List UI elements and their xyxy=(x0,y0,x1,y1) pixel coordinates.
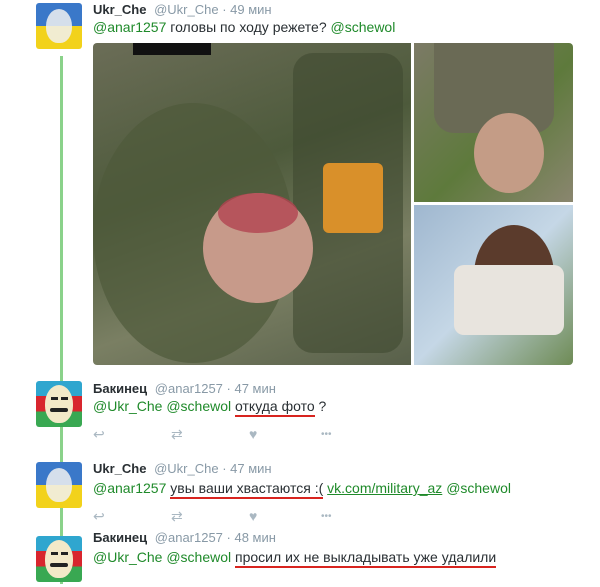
mention-link[interactable]: @schewol xyxy=(446,480,511,496)
avatar[interactable] xyxy=(36,462,82,508)
tweet-text: @Ukr_Che @schewol откуда фото ? xyxy=(93,398,327,417)
reply-icon[interactable]: ↩ xyxy=(93,426,105,443)
reply-icon[interactable]: ↩ xyxy=(93,508,105,525)
user-handle-time: @Ukr_Che · 47 мин xyxy=(154,461,272,476)
tweet-header: Ukr_Che @Ukr_Che · 47 мин xyxy=(93,461,272,476)
mention-link[interactable]: @Ukr_Che xyxy=(93,398,162,414)
avatar[interactable] xyxy=(36,381,82,427)
user-name[interactable]: Бакинец xyxy=(93,530,147,545)
like-icon[interactable]: ♥ xyxy=(249,426,257,442)
mention-link[interactable]: @anar1257 xyxy=(93,480,166,496)
user-handle-time: @anar1257 · 48 мин xyxy=(154,530,276,545)
user-name[interactable]: Бакинец xyxy=(93,381,147,396)
mention-link[interactable]: @schewol xyxy=(331,19,396,35)
tweet-header: Бакинец @anar1257 · 47 мин xyxy=(93,381,276,396)
retweet-icon[interactable]: ⇄ xyxy=(171,508,183,525)
user-handle-time: @Ukr_Che · 49 мин xyxy=(154,2,272,17)
more-icon[interactable]: ••• xyxy=(321,511,332,522)
tweet-text: @anar1257 головы по ходу режете? @schewo… xyxy=(93,19,395,35)
tweet-body: увы ваши хвастаются :( xyxy=(170,480,324,499)
tweet-body: головы по ходу режете? xyxy=(170,19,327,35)
tweet-suffix: ? xyxy=(318,398,327,414)
avatar[interactable] xyxy=(36,3,82,49)
user-name[interactable]: Ukr_Che xyxy=(93,2,146,17)
like-icon[interactable]: ♥ xyxy=(249,508,257,524)
redaction-bar xyxy=(133,43,211,55)
tweet-body: просил их не выкладывать уже удалили xyxy=(235,549,497,568)
photo-main[interactable] xyxy=(93,43,411,365)
tweet-header: Бакинец @anar1257 · 48 мин xyxy=(93,530,276,545)
tweet-header: Ukr_Che @Ukr_Che · 49 мин xyxy=(93,2,272,17)
user-name[interactable]: Ukr_Che xyxy=(93,461,146,476)
tweet-actions: ↩ ⇄ ♥ ••• xyxy=(93,426,353,442)
mention-link[interactable]: @Ukr_Che xyxy=(93,549,162,565)
tweet-body: откуда фото xyxy=(235,398,315,417)
mention-link[interactable]: @schewol xyxy=(166,398,231,414)
retweet-icon[interactable]: ⇄ xyxy=(171,426,183,443)
mention-link[interactable]: @anar1257 xyxy=(93,19,166,35)
photo-bottom-right[interactable] xyxy=(414,205,573,365)
tweet-text: @Ukr_Che @schewol просил их не выкладыва… xyxy=(93,549,497,568)
avatar[interactable] xyxy=(36,536,82,582)
external-link[interactable]: vk.com/military_az xyxy=(327,480,442,496)
tweet-text: @anar1257 увы ваши хвастаются :( vk.com/… xyxy=(93,480,511,499)
tweet-actions: ↩ ⇄ ♥ ••• xyxy=(93,508,353,524)
more-icon[interactable]: ••• xyxy=(321,429,332,440)
photo-top-right[interactable] xyxy=(414,43,573,202)
mention-link[interactable]: @schewol xyxy=(166,549,231,565)
user-handle-time: @anar1257 · 47 мин xyxy=(154,381,276,396)
tweet-media[interactable] xyxy=(93,43,573,365)
